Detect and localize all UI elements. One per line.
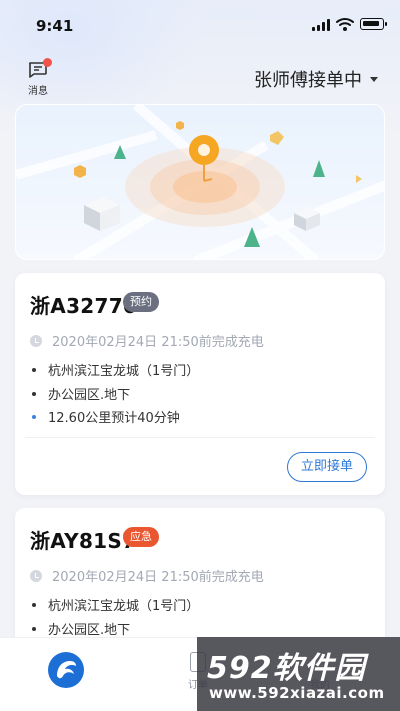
status-time: 9:41	[36, 17, 74, 35]
address-text: 杭州滨江宝龙城（1号门）	[48, 599, 200, 614]
reservation-tag: 预约	[123, 292, 159, 312]
distance-line: 12.60公里预计40分钟	[30, 407, 180, 426]
wifi-icon	[336, 18, 354, 31]
plate-number: 浙AY81S7	[30, 529, 137, 553]
signal-icon	[312, 19, 330, 31]
messages-label: 消息	[28, 86, 48, 97]
watermark-url: www.592xiazai.com	[209, 684, 385, 702]
dispatcher-title: 张师傅接单中	[254, 70, 362, 91]
distance-text: 12.60公里预计40分钟	[48, 411, 180, 426]
tab-home[interactable]	[48, 652, 84, 688]
deadline-text: 2020年02月24日 21:50前完成充电	[52, 335, 264, 350]
messages-button[interactable]: 消息	[22, 58, 54, 100]
emergency-tag: 应急	[123, 527, 159, 547]
map-illustration	[16, 105, 384, 259]
plate-number: 浙A32770	[30, 294, 138, 318]
bullet-icon	[32, 391, 36, 396]
address-line: 杭州滨江宝龙城（1号门）	[30, 360, 199, 379]
address-detail-line: 办公园区.地下	[30, 619, 130, 638]
address-text: 杭州滨江宝龙城（1号门）	[48, 364, 200, 379]
bullet-icon	[32, 414, 36, 419]
clock-icon	[30, 334, 42, 347]
dispatcher-status-dropdown[interactable]: 张师傅接单中	[254, 66, 378, 92]
bullet-icon	[32, 626, 36, 631]
deadline-text: 2020年02月24日 21:50前完成充电	[52, 570, 264, 585]
divider	[25, 437, 375, 438]
order-card[interactable]: 浙AY81S7 应急 2020年02月24日 21:50前完成充电 杭州滨江宝龙…	[15, 508, 385, 648]
watermark-logo: 592软件园	[207, 651, 366, 686]
address-detail-text: 办公园区.地下	[48, 623, 131, 638]
map-banner	[15, 104, 385, 260]
bullet-icon	[32, 367, 36, 372]
home-logo-icon	[57, 661, 76, 679]
status-bar: 9:41	[0, 0, 400, 50]
clock-icon	[30, 569, 42, 582]
address-detail-line: 办公园区.地下	[30, 384, 130, 403]
order-card[interactable]: 浙A32770 预约 2020年02月24日 21:50前完成充电 杭州滨江宝龙…	[15, 273, 385, 495]
watermark: 592软件园 www.592xiazai.com	[197, 637, 400, 711]
accept-order-button[interactable]: 立即接单	[287, 452, 367, 482]
caret-down-icon	[370, 76, 378, 82]
notification-dot	[43, 58, 52, 67]
building-left	[84, 197, 120, 231]
bullet-icon	[32, 602, 36, 607]
deadline-row: 2020年02月24日 21:50前完成充电	[30, 566, 264, 585]
address-detail-text: 办公园区.地下	[48, 388, 131, 403]
address-line: 杭州滨江宝龙城（1号门）	[30, 595, 199, 614]
deadline-row: 2020年02月24日 21:50前完成充电	[30, 331, 264, 350]
battery-icon	[360, 18, 387, 30]
